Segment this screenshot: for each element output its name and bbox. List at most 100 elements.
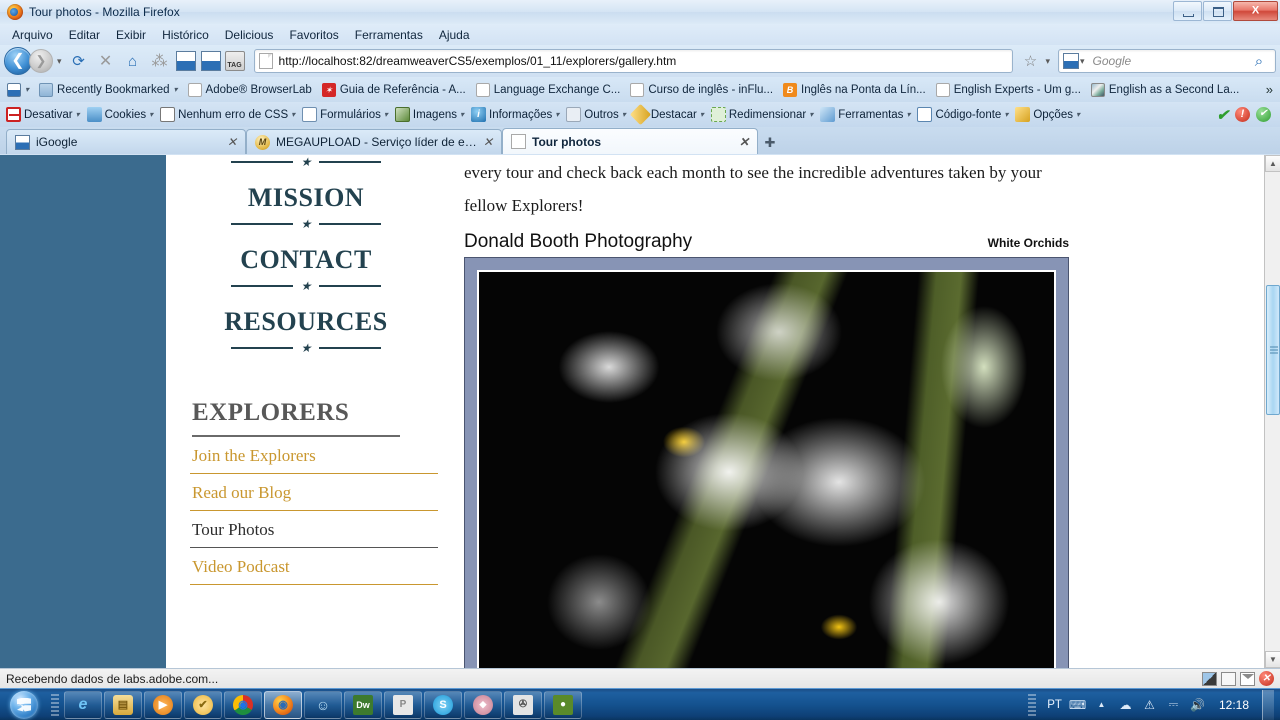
language-indicator[interactable]: PT	[1047, 699, 1062, 711]
menu-delicious[interactable]: Delicious	[217, 26, 282, 44]
back-button[interactable]: ❮	[4, 47, 32, 75]
taskbar-internet-explorer[interactable]: e	[64, 690, 102, 719]
devtool-informacoes[interactable]: i Informações ▾	[468, 105, 562, 124]
forward-button[interactable]: ❯	[29, 49, 53, 73]
bookmark-item[interactable]: B Inglês na Ponta da Lín...	[779, 81, 930, 99]
taskbar-skype[interactable]: S	[424, 690, 462, 719]
network-icon[interactable]: ⎓	[1165, 697, 1182, 712]
browserlab-icon[interactable]	[175, 51, 196, 71]
taskbar-app[interactable]: ●	[544, 690, 582, 719]
search-input[interactable]: Google	[1093, 54, 1247, 68]
bookmark-item[interactable]: Recently Bookmarked ▾	[35, 81, 182, 99]
taskbar-windows-explorer[interactable]: ▤	[104, 690, 142, 719]
devtool-ferramentas[interactable]: Ferramentas ▾	[817, 105, 913, 124]
menu-exibir[interactable]: Exibir	[108, 26, 154, 44]
validation-pass-icon[interactable]: ✔	[1256, 107, 1271, 122]
menu-ajuda[interactable]: Ajuda	[431, 26, 478, 44]
maximize-button[interactable]	[1203, 1, 1232, 21]
validation-ok-icon[interactable]: ✔	[1216, 106, 1229, 124]
keyboard-icon[interactable]: ⌨	[1069, 697, 1086, 712]
tag-icon[interactable]: TAG	[224, 51, 245, 71]
taskbar-avg[interactable]: ✔	[184, 690, 222, 719]
bookmark-item[interactable]: ▾	[3, 81, 33, 99]
taskbar-firefox[interactable]: ◉	[264, 690, 302, 719]
search-engine-dropdown-icon[interactable]: ▾	[1080, 56, 1085, 67]
bookmark-item[interactable]: Adobe® BrowserLab	[184, 81, 316, 99]
devtool-opcoes[interactable]: Opções ▾	[1012, 105, 1083, 124]
tab-megaupload[interactable]: M MEGAUPLOAD - Serviço líder de en... ✕	[246, 129, 502, 154]
bookmark-dropdown-icon[interactable]: ▾	[1045, 56, 1050, 67]
image-status-icon[interactable]	[1202, 671, 1217, 686]
devtool-codigo-fonte[interactable]: Código-fonte ▾	[914, 105, 1011, 124]
devtool-cookies[interactable]: Cookies ▾	[84, 105, 157, 124]
new-tab-button[interactable]: ✚	[758, 132, 782, 154]
sidebar-link-video-podcast[interactable]: Video Podcast	[190, 548, 438, 585]
validation-error-icon[interactable]: !	[1235, 107, 1250, 122]
menu-historico[interactable]: Histórico	[154, 26, 217, 44]
devtool-css[interactable]: Nenhum erro de CSS ▾	[157, 105, 298, 124]
page-scrollbar-vertical[interactable]: ▲ ▼	[1264, 155, 1280, 668]
search-icon[interactable]: ⌕	[1247, 49, 1271, 73]
clock[interactable]: 12:18	[1219, 698, 1249, 712]
sidebar-item-contact[interactable]: CONTACT	[190, 245, 422, 275]
taskbar-chrome[interactable]: ◉	[224, 690, 262, 719]
bookmark-item[interactable]: Curso de inglês - inFlu...	[626, 81, 777, 99]
scroll-up-button[interactable]: ▲	[1265, 155, 1280, 172]
devtool-imagens[interactable]: Imagens ▾	[392, 105, 467, 124]
stop-button[interactable]: ✕	[94, 49, 118, 73]
adobe-widget-icon[interactable]	[200, 51, 221, 71]
show-desktop-button[interactable]	[1262, 689, 1274, 720]
delicious-button[interactable]: ⁂	[148, 49, 172, 73]
sidebar-item-mission[interactable]: MISSION	[190, 183, 422, 213]
scroll-down-button[interactable]: ▼	[1265, 651, 1280, 668]
devtool-redimensionar[interactable]: Redimensionar ▾	[708, 105, 816, 124]
history-dropdown-icon[interactable]: ▾	[57, 56, 62, 67]
modem-icon[interactable]: ☁	[1117, 697, 1134, 712]
home-button[interactable]: ⌂	[121, 49, 145, 73]
menu-favoritos[interactable]: Favoritos	[281, 26, 346, 44]
menu-ferramentas[interactable]: Ferramentas	[347, 26, 431, 44]
devtool-desativar[interactable]: Desativar ▾	[3, 105, 83, 124]
mail-status-icon[interactable]	[1240, 671, 1255, 686]
sidebar-link-join-the-explorers[interactable]: Join the Explorers	[190, 437, 438, 474]
taskbar-movie-maker[interactable]: ✇	[504, 690, 542, 719]
error-status-icon[interactable]: ✕	[1259, 671, 1274, 686]
close-button[interactable]: X	[1233, 1, 1278, 21]
sidebar-item-resources[interactable]: RESOURCES	[190, 307, 422, 337]
reload-button[interactable]: ⟳	[67, 49, 91, 73]
devtool-destacar[interactable]: Destacar ▾	[629, 103, 707, 126]
minimize-button[interactable]	[1173, 1, 1202, 21]
taskbar-msn[interactable]: ☺	[304, 690, 342, 719]
bookmark-item[interactable]: Language Exchange C...	[472, 81, 625, 99]
tab-igoogle[interactable]: iGoogle ✕	[6, 129, 246, 154]
sidebar-link-tour-photos[interactable]: Tour Photos	[190, 511, 438, 548]
tray-grip[interactable]	[1028, 693, 1037, 716]
menu-arquivo[interactable]: Arquivo	[4, 26, 61, 44]
bookmark-item[interactable]: English Experts - Um g...	[932, 81, 1085, 99]
start-button[interactable]	[1, 690, 47, 720]
taskbar-photo-app[interactable]: ◆	[464, 690, 502, 719]
taskbar-grip[interactable]	[51, 693, 59, 716]
bookmark-item[interactable]: ✶ Guia de Referência - A...	[318, 81, 470, 99]
taskbar-dreamweaver[interactable]: Dw	[344, 690, 382, 719]
menu-editar[interactable]: Editar	[61, 26, 108, 44]
scrollbar-thumb[interactable]	[1266, 285, 1280, 415]
taskbar-powerpoint[interactable]: P	[384, 690, 422, 719]
taskbar-media-player[interactable]: ▶	[144, 690, 182, 719]
close-icon[interactable]: ✕	[227, 135, 237, 149]
close-icon[interactable]: ✕	[483, 135, 493, 149]
devtool-outros[interactable]: Outros ▾	[563, 105, 629, 124]
show-hidden-icons-button[interactable]: ▲	[1093, 697, 1110, 712]
volume-icon[interactable]: 🔊	[1189, 697, 1206, 712]
close-icon[interactable]: ✕	[739, 135, 749, 149]
url-bar[interactable]: http://localhost:82/dreamweaverCS5/exemp…	[253, 49, 1014, 73]
bookmark-item[interactable]: English as a Second La...	[1087, 81, 1243, 99]
white-orchids-photo[interactable]	[477, 270, 1056, 668]
tab-tour-photos[interactable]: Tour photos ✕	[502, 128, 758, 154]
addon-status-icon[interactable]	[1221, 671, 1236, 686]
search-bar[interactable]: ▾ Google ⌕	[1058, 49, 1276, 73]
sidebar-link-read-our-blog[interactable]: Read our Blog	[190, 474, 438, 511]
google-engine-icon[interactable]	[1063, 53, 1079, 69]
bookmarks-overflow-icon[interactable]: »	[1266, 82, 1277, 97]
network-warning-icon[interactable]: ⚠	[1141, 697, 1158, 712]
